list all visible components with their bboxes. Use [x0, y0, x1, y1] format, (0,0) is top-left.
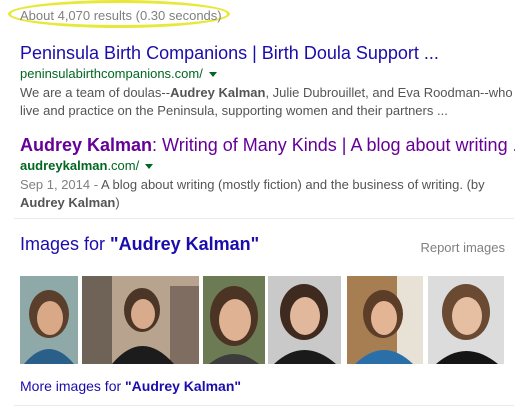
divider [14, 218, 514, 219]
snippet-highlight: Audrey Kalman [20, 195, 116, 210]
result-snippet: We are a team of doulas--Audrey Kalman, … [20, 84, 515, 120]
more-images-query: "Audrey Kalman" [125, 378, 242, 394]
portrait-photo-icon [268, 276, 341, 364]
result-title-link[interactable]: Peninsula Birth Companions | Birth Doula… [20, 42, 515, 64]
divider [14, 405, 514, 406]
portrait-photo-icon [428, 276, 504, 364]
snippet-text: We are a team of doulas-- [20, 85, 171, 100]
portrait-photo-icon [82, 276, 199, 364]
dropdown-caret-icon[interactable] [145, 164, 154, 170]
snippet-text: A blog about writing (mostly fiction) an… [100, 177, 485, 192]
dropdown-caret-icon[interactable] [208, 72, 217, 78]
result-title-link[interactable]: Audrey Kalman: Writing of Many Kinds | A… [20, 134, 515, 156]
result-snippet: Sep 1, 2014 - A blog about writing (most… [20, 176, 515, 212]
result-stats: About 4,070 results (0.30 seconds) [20, 8, 222, 23]
images-heading-query: "Audrey Kalman" [110, 234, 260, 254]
result-url-bold: audreykalman [20, 158, 108, 173]
image-thumbnail[interactable] [203, 276, 265, 364]
title-text: : Writing of Many Kinds | A blog about w… [152, 135, 515, 155]
image-thumbnail[interactable] [82, 276, 199, 364]
result-url: .com/ [107, 158, 140, 173]
search-result: Audrey Kalman: Writing of Many Kinds | A… [20, 134, 515, 212]
snippet-highlight: Audrey Kalman [170, 85, 266, 100]
portrait-photo-icon [347, 276, 423, 364]
portrait-photo-icon [20, 276, 78, 364]
image-thumbnail[interactable] [20, 276, 78, 364]
image-thumbnail[interactable] [428, 276, 504, 364]
image-thumbnail[interactable] [347, 276, 423, 364]
images-heading-link[interactable]: Images for "Audrey Kalman" [20, 234, 259, 255]
images-heading-prefix: Images for [20, 234, 111, 254]
more-images-link[interactable]: More images for "Audrey Kalman" [20, 378, 241, 394]
result-url-row: peninsulabirthcompanions.com/ [20, 65, 515, 83]
portrait-photo-icon [203, 276, 265, 364]
snippet-text: ) [115, 195, 120, 210]
more-images-prefix: More images for [20, 378, 126, 394]
result-url-row: audreykalman.com/ [20, 157, 515, 175]
result-url: peninsulabirthcompanions.com/ [20, 66, 203, 81]
search-result: Peninsula Birth Companions | Birth Doula… [20, 42, 515, 120]
result-date: Sep 1, 2014 - [20, 177, 101, 192]
image-thumbnail[interactable] [268, 276, 341, 364]
title-highlight: Audrey Kalman [20, 135, 153, 155]
report-images-link[interactable]: Report images [420, 240, 505, 255]
